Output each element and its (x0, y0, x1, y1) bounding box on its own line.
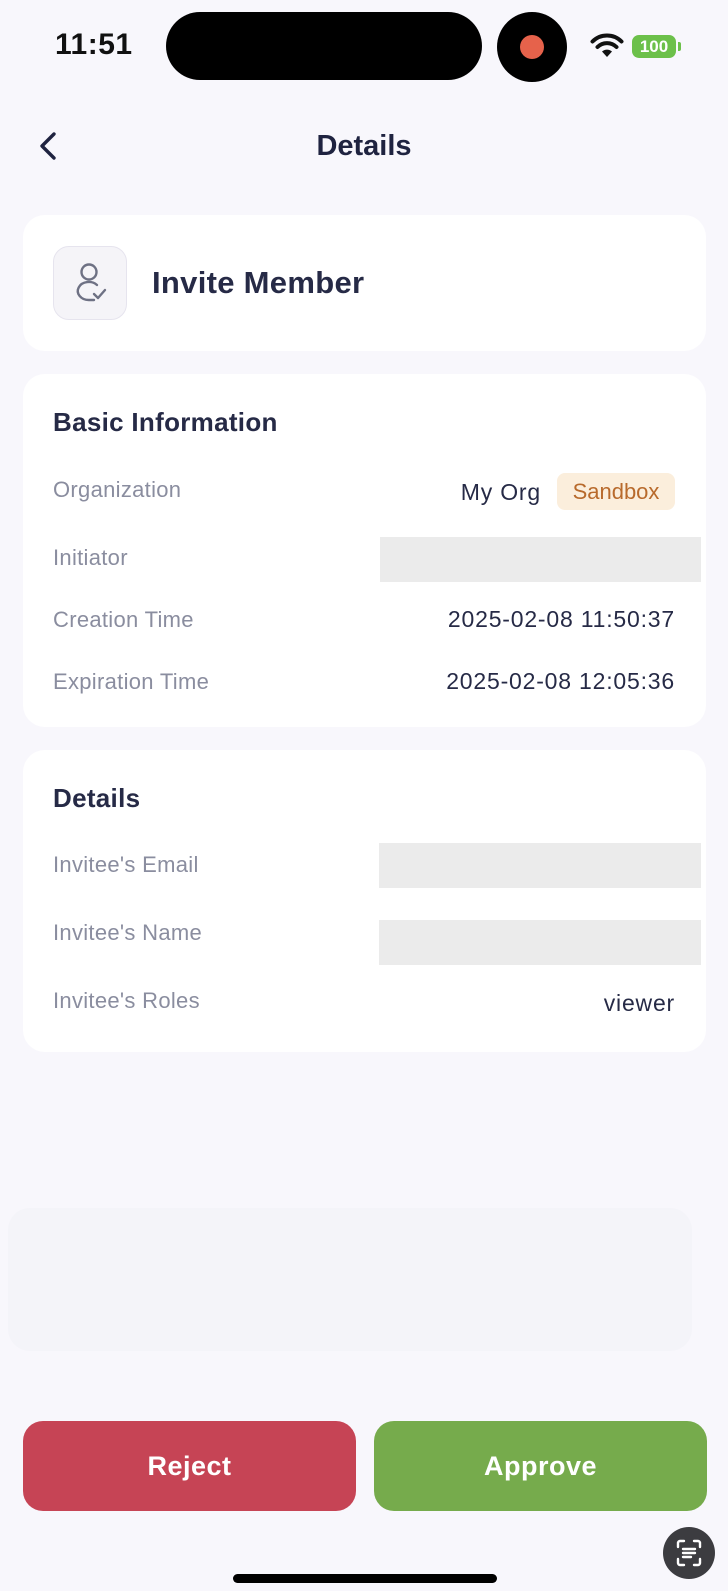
home-indicator (233, 1574, 497, 1583)
status-time: 11:51 (55, 28, 133, 61)
section-title-basic-information: Basic Information (53, 407, 278, 437)
invitee-email-label: Invitee's Email (53, 852, 199, 877)
initiator-value-redacted (380, 537, 701, 582)
organization-value: My Org (460, 479, 541, 505)
environment-badge: Sandbox (557, 473, 675, 510)
invitee-roles-value: viewer (603, 990, 675, 1016)
faded-media-overlay (8, 1208, 692, 1351)
invitee-name-label: Invitee's Name (53, 920, 203, 945)
approve-button[interactable]: Approve (374, 1421, 707, 1511)
request-title: Invite Member (152, 265, 365, 300)
invitee-roles-label: Invitee's Roles (53, 988, 200, 1013)
creation-time-value: 2025-02-08 11:50:37 (447, 606, 675, 632)
section-title-details: Details (53, 783, 141, 813)
text-scan-icon (676, 1539, 702, 1567)
battery-icon: 100 (632, 35, 676, 58)
record-dot-icon (520, 35, 544, 59)
invitee-email-value-redacted (379, 843, 701, 888)
user-check-icon (76, 263, 107, 302)
creation-time-label: Creation Time (53, 607, 194, 632)
initiator-label: Initiator (53, 545, 128, 570)
battery-tip (678, 42, 681, 51)
expiration-time-label: Expiration Time (53, 669, 210, 694)
organization-label: Organization (53, 477, 182, 502)
page-title: Details (316, 130, 412, 162)
expiration-time-value: 2025-02-08 12:05:36 (446, 668, 675, 694)
invitee-name-value-redacted (379, 920, 701, 965)
wifi-icon (590, 33, 624, 57)
dynamic-island (166, 12, 482, 80)
reject-button[interactable]: Reject (23, 1421, 356, 1511)
live-text-scan-button[interactable] (663, 1527, 715, 1579)
